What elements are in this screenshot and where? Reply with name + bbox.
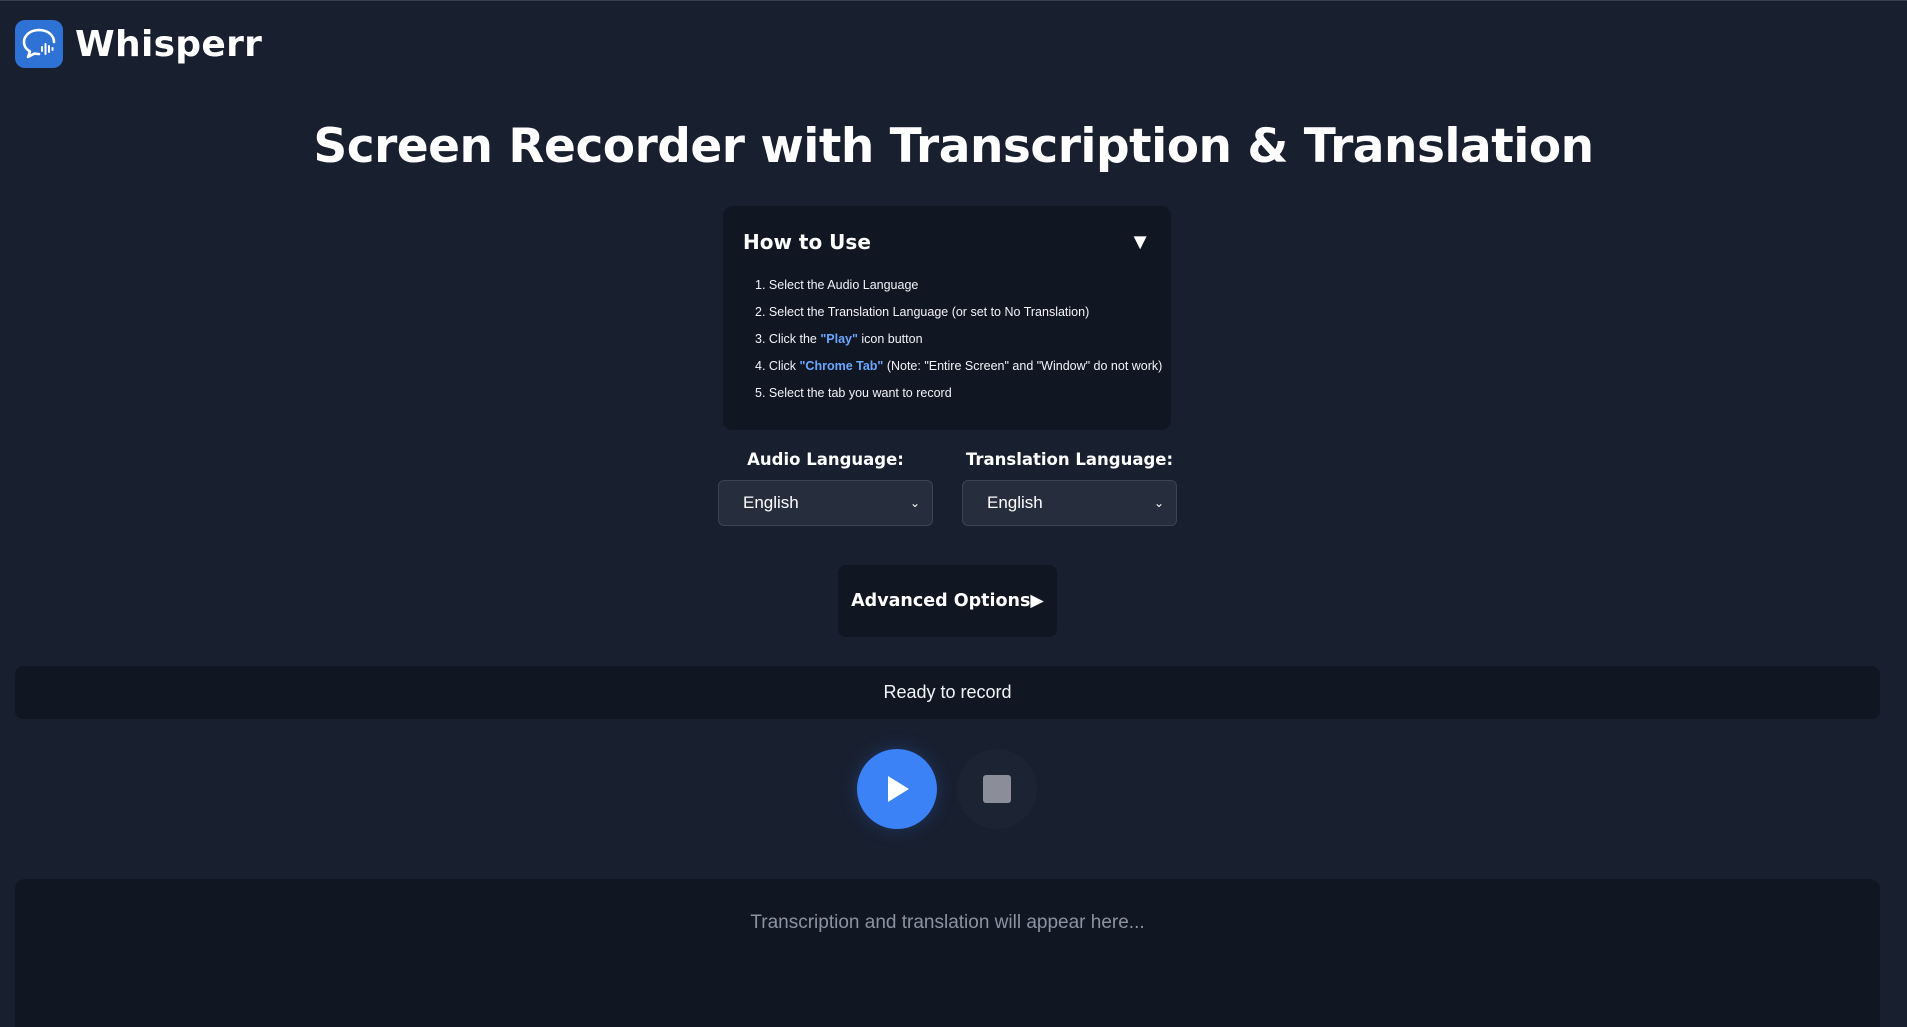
- how-to-use-panel: How to Use ▼ 1. Select the Audio Languag…: [723, 206, 1171, 430]
- translation-language-label: Translation Language:: [965, 450, 1174, 469]
- audio-language-value: English: [743, 493, 799, 512]
- chrome-tab-highlight: "Chrome Tab": [799, 359, 884, 373]
- stop-button[interactable]: [957, 749, 1037, 829]
- page-title: Screen Recorder with Transcription & Tra…: [313, 119, 1594, 174]
- audio-language-select[interactable]: English ⌄: [718, 480, 933, 526]
- translation-language-group: Translation Language: English ⌄: [962, 450, 1177, 526]
- stop-icon: [983, 775, 1011, 803]
- play-icon: [888, 776, 909, 802]
- status-text: Ready to record: [883, 682, 1012, 702]
- list-item: 4. Click "Chrome Tab" (Note: "Entire Scr…: [755, 359, 1163, 373]
- chat-waveform-icon: [15, 20, 63, 68]
- transcript-placeholder: Transcription and translation will appea…: [750, 912, 1145, 933]
- list-item: 5. Select the tab you want to record: [755, 386, 952, 400]
- audio-language-label: Audio Language:: [747, 450, 904, 469]
- play-button[interactable]: [857, 749, 937, 829]
- list-item: 3. Click the "Play" icon button: [755, 332, 923, 346]
- play-arrow-icon: ▶: [1030, 591, 1044, 611]
- audio-language-group: Audio Language: English ⌄: [718, 450, 933, 526]
- status-bar: Ready to record: [15, 666, 1880, 719]
- list-item: 1. Select the Audio Language: [755, 278, 919, 292]
- chevron-down-icon: ⌄: [1153, 496, 1164, 510]
- how-to-use-steps: 1. Select the Audio Language 2. Select t…: [743, 272, 1163, 407]
- app-logo[interactable]: Whisperr: [15, 20, 262, 68]
- play-highlight: "Play": [820, 332, 858, 346]
- chevron-down-icon: ⌄: [909, 496, 920, 510]
- advanced-options-label: Advanced Options: [851, 591, 1031, 611]
- translation-language-select[interactable]: English ⌄: [962, 480, 1177, 526]
- how-to-use-title: How to Use: [743, 230, 871, 254]
- list-item: 2. Select the Translation Language (or s…: [755, 305, 1090, 319]
- transcript-panel: Transcription and translation will appea…: [15, 879, 1880, 1027]
- advanced-options-button[interactable]: Advanced Options ▶: [838, 565, 1057, 637]
- translation-language-value: English: [987, 493, 1043, 512]
- collapse-toggle-icon[interactable]: ▼: [1129, 231, 1151, 253]
- app-name: Whisperr: [75, 23, 263, 65]
